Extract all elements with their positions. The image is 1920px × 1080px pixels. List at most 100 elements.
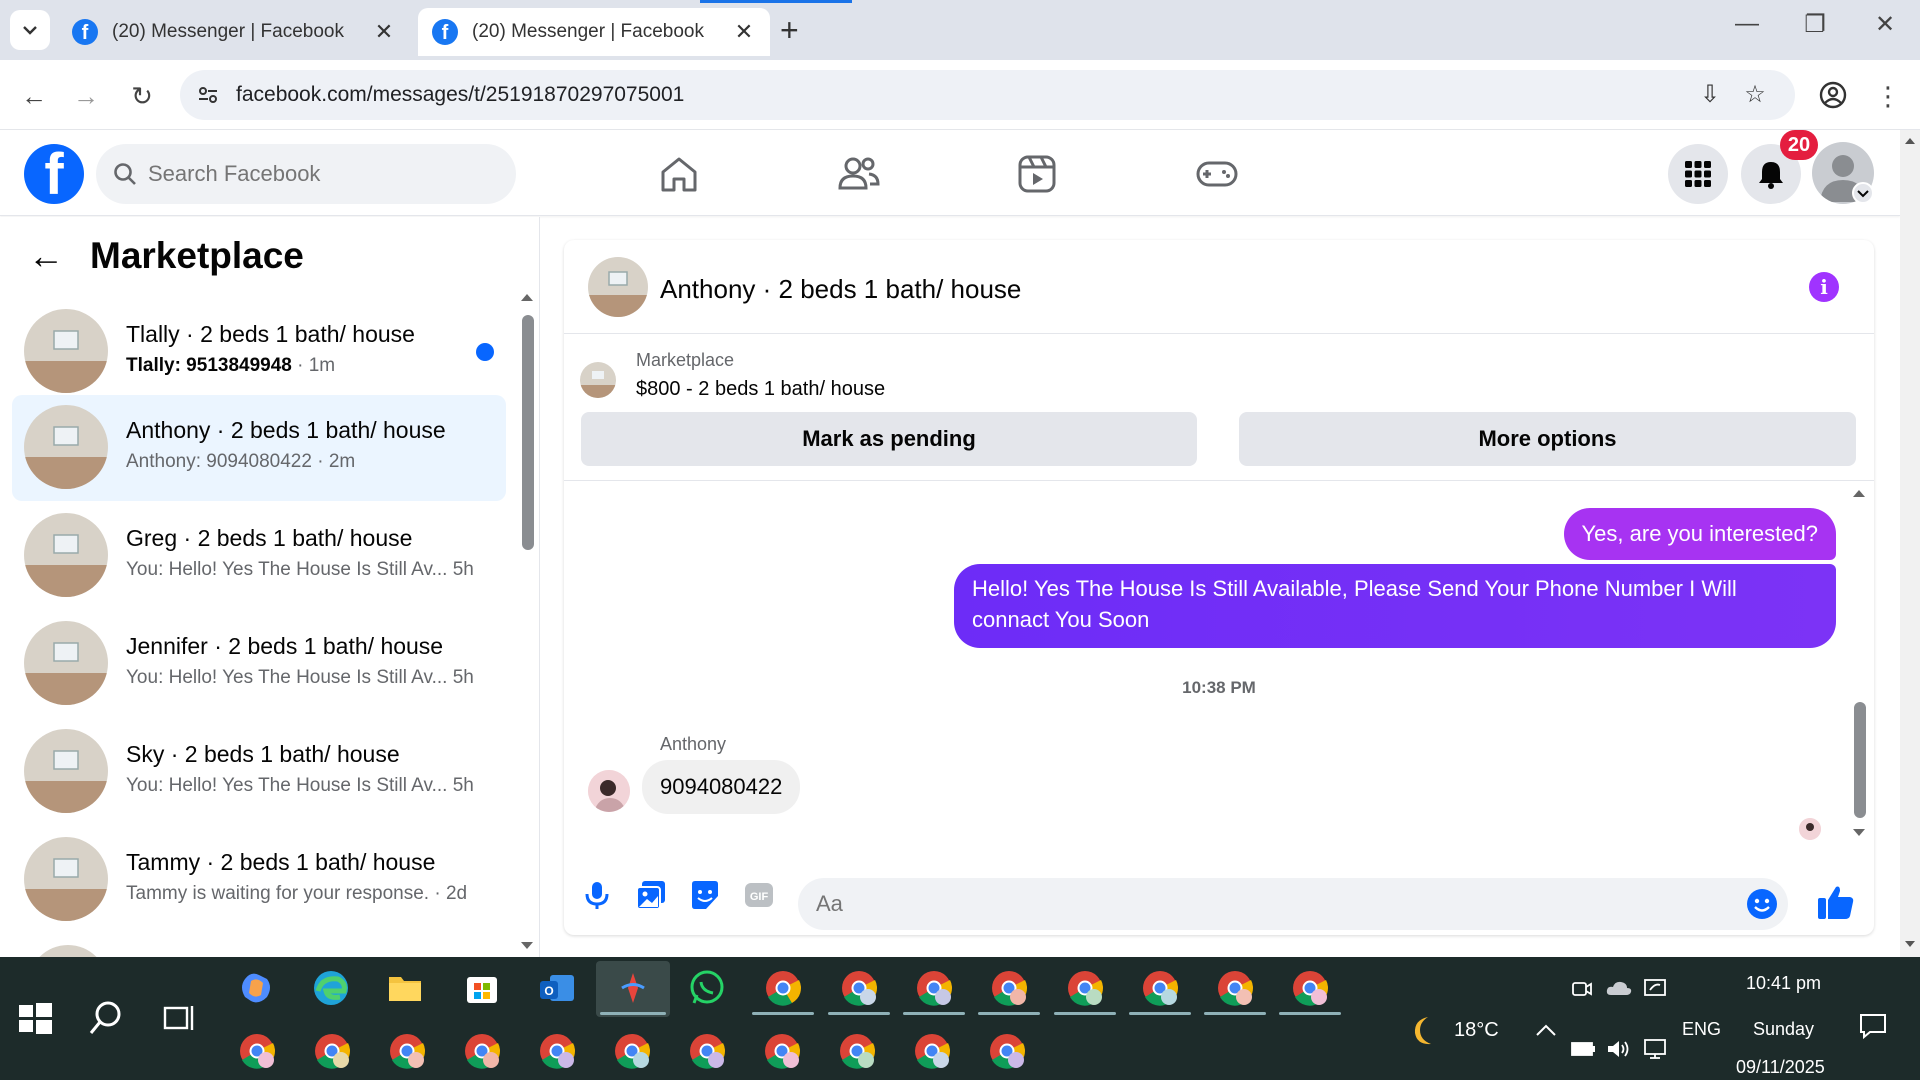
chrome-profile-icon[interactable] [913, 1032, 951, 1070]
address-bar[interactable]: facebook.com/messages/t/2519187029707500… [180, 70, 1795, 120]
menu-grid-button[interactable] [1668, 144, 1728, 204]
conversation-list-scrollbar[interactable] [522, 315, 534, 550]
chrome-profile-icon[interactable] [840, 969, 878, 1007]
chrome-profile-icon[interactable] [238, 1032, 276, 1070]
close-window-icon[interactable]: ✕ [1860, 10, 1910, 39]
chrome-profile-icon[interactable] [313, 1032, 351, 1070]
scroll-up-icon[interactable] [1904, 136, 1916, 145]
scroll-down-icon[interactable] [1852, 828, 1866, 838]
minimize-icon[interactable]: — [1722, 10, 1772, 38]
facebook-logo-icon[interactable]: f [24, 144, 84, 204]
clock-date[interactable]: 09/11/2025 [1736, 1057, 1825, 1078]
forward-arrow-icon[interactable]: → [68, 78, 104, 114]
chrome-profile-icon[interactable] [990, 969, 1028, 1007]
chrome-profile-icon[interactable] [388, 1032, 426, 1070]
network-icon[interactable] [1642, 1037, 1668, 1061]
scroll-down-icon[interactable] [1904, 940, 1916, 949]
page-scrollbar[interactable] [1900, 130, 1920, 957]
battery-icon[interactable] [1570, 1039, 1596, 1059]
home-icon[interactable] [655, 150, 703, 198]
back-arrow-icon[interactable]: ← [28, 235, 64, 277]
messages-scrollbar[interactable] [1854, 702, 1866, 818]
sender-avatar[interactable] [588, 770, 630, 812]
clock-time[interactable]: 10:41 pm [1746, 973, 1821, 994]
sticker-icon[interactable] [688, 878, 722, 912]
bookmark-star-icon[interactable]: ☆ [1740, 80, 1770, 110]
message-input-box[interactable] [798, 878, 1788, 930]
notification-center-icon[interactable] [1858, 1011, 1888, 1041]
browser-tab-2-active[interactable]: f (20) Messenger | Facebook ✕ [418, 8, 770, 56]
chrome-profile-icon[interactable] [763, 1032, 801, 1070]
friends-icon[interactable] [835, 150, 883, 198]
conversation-item-sky[interactable]: Sky · 2 beds 1 bath/ house You: Hello! Y… [12, 719, 506, 825]
edge-browser-icon[interactable] [312, 969, 350, 1007]
microphone-icon[interactable] [580, 878, 614, 912]
browser-menu-icon[interactable]: ⋮ [1870, 78, 1906, 114]
outlook-icon[interactable]: O [538, 969, 576, 1007]
chrome-profile-icon[interactable] [838, 1032, 876, 1070]
emoji-icon[interactable] [1746, 888, 1778, 920]
weather-moon-icon[interactable] [1404, 1012, 1442, 1050]
message-input[interactable] [816, 878, 1716, 930]
chrome-profile-icon[interactable] [538, 1032, 576, 1070]
tab-close-icon[interactable]: ✕ [732, 19, 756, 45]
chrome-icon[interactable] [764, 969, 802, 1007]
search-input[interactable] [148, 144, 498, 204]
outgoing-message[interactable]: Yes, are you interested? [1563, 508, 1836, 560]
tab-close-icon[interactable]: ✕ [372, 19, 396, 45]
file-explorer-icon[interactable] [386, 969, 424, 1007]
scroll-up-icon[interactable] [520, 292, 534, 302]
search-icon[interactable] [88, 999, 126, 1037]
scroll-up-icon[interactable] [1852, 488, 1866, 498]
site-settings-icon[interactable] [196, 83, 220, 107]
input-language[interactable]: ENG [1682, 1019, 1721, 1040]
chrome-profile-icon[interactable] [1216, 969, 1254, 1007]
facebook-search[interactable] [96, 144, 516, 204]
chrome-profile-icon[interactable] [613, 1032, 651, 1070]
conversation-item-anthony[interactable]: Anthony · 2 beds 1 bath/ house Anthony: … [12, 395, 506, 501]
app-pinned-icon[interactable] [614, 969, 652, 1007]
windows-start-icon[interactable] [16, 999, 54, 1037]
scroll-down-icon[interactable] [520, 941, 534, 951]
clock-day[interactable]: Sunday [1753, 1019, 1814, 1040]
account-chevron-icon[interactable] [1852, 182, 1874, 204]
conversation-item-tammy[interactable]: Tammy · 2 beds 1 bath/ house Tammy is wa… [12, 827, 506, 933]
thumbs-up-icon[interactable] [1816, 882, 1856, 922]
whatsapp-icon[interactable] [688, 969, 726, 1007]
more-options-button[interactable]: More options [1239, 412, 1856, 466]
new-tab-button[interactable]: + [780, 12, 799, 49]
task-view-icon[interactable] [160, 999, 198, 1037]
outgoing-message[interactable]: Hello! Yes The House Is Still Available,… [954, 564, 1836, 648]
info-icon[interactable]: i [1809, 272, 1839, 302]
volume-icon[interactable] [1605, 1037, 1631, 1061]
conversation-item-tlally[interactable]: Tlally · 2 beds 1 bath/ house Tlally: 95… [12, 299, 506, 405]
reels-icon[interactable] [1013, 150, 1061, 198]
listing-avatar[interactable] [588, 257, 648, 317]
screen-share-icon[interactable] [1642, 975, 1668, 1001]
browser-tab-1[interactable]: f (20) Messenger | Facebook ✕ [58, 8, 410, 56]
onedrive-cloud-icon[interactable] [1605, 977, 1633, 1001]
meet-now-icon[interactable] [1570, 977, 1594, 1001]
conversation-item-jennifer[interactable]: Jennifer · 2 beds 1 bath/ house You: Hel… [12, 611, 506, 717]
chrome-profile-icon[interactable] [1291, 969, 1329, 1007]
chrome-profile-icon[interactable] [1141, 969, 1179, 1007]
chrome-profile-icon[interactable] [915, 969, 953, 1007]
gif-icon[interactable]: GIF [742, 878, 776, 912]
weather-temperature[interactable]: 18°C [1454, 1019, 1499, 1042]
conversation-item-greg[interactable]: Greg · 2 beds 1 bath/ house You: Hello! … [12, 503, 506, 609]
tab-search-button[interactable] [10, 10, 50, 50]
incoming-message[interactable]: 9094080422 [642, 760, 801, 814]
chrome-profile-icon[interactable] [688, 1032, 726, 1070]
profile-icon[interactable] [1818, 80, 1848, 110]
copilot-icon[interactable] [237, 969, 275, 1007]
reload-icon[interactable]: ↻ [124, 78, 160, 114]
restore-icon[interactable]: ❐ [1790, 10, 1840, 39]
back-arrow-icon[interactable]: ← [16, 78, 52, 114]
gaming-icon[interactable] [1193, 150, 1241, 198]
photo-icon[interactable] [634, 878, 668, 912]
install-app-icon[interactable]: ⇩ [1695, 80, 1725, 110]
chrome-profile-icon[interactable] [988, 1032, 1026, 1070]
chrome-profile-icon[interactable] [1066, 969, 1104, 1007]
microsoft-store-icon[interactable] [463, 969, 501, 1007]
chrome-profile-icon[interactable] [463, 1032, 501, 1070]
